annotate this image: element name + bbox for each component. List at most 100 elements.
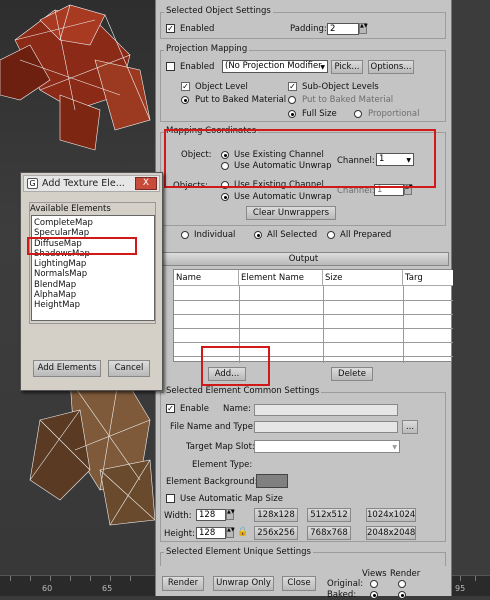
highlight-add-button bbox=[201, 346, 270, 386]
padding-field[interactable]: 2 bbox=[327, 23, 359, 35]
sub-object-levels-label: Sub-Object Levels bbox=[302, 82, 379, 92]
delete-element-button[interactable]: Delete bbox=[331, 367, 373, 381]
table-row-divider bbox=[174, 342, 453, 343]
element-background-swatch[interactable] bbox=[256, 474, 288, 488]
file-name-field[interactable] bbox=[254, 421, 398, 433]
list-item[interactable]: CompleteMap bbox=[34, 218, 154, 228]
put-baked-right-radio[interactable] bbox=[288, 96, 296, 104]
ruler-tick bbox=[475, 576, 476, 581]
original-label: Original: bbox=[327, 579, 364, 589]
views-label: Views bbox=[362, 569, 387, 579]
width-field[interactable]: 128 bbox=[196, 509, 226, 521]
projection-enabled-label: Enabled bbox=[180, 62, 215, 72]
element-enable-label: Enable bbox=[180, 404, 209, 414]
individual-radio[interactable] bbox=[181, 231, 189, 239]
size-preset-button[interactable]: 128x128 bbox=[254, 508, 298, 522]
object-level-label: Object Level bbox=[195, 82, 248, 92]
list-item[interactable]: BlendMap bbox=[34, 280, 154, 290]
all-prepared-radio[interactable] bbox=[327, 231, 335, 239]
element-name-label: Name: bbox=[223, 404, 251, 414]
dropdown-value: (No Projection Modifier bbox=[225, 61, 322, 71]
dialog-title-bar[interactable]: G Add Texture Ele... X bbox=[23, 175, 160, 192]
proportional-radio[interactable] bbox=[354, 110, 362, 118]
app-icon: G bbox=[27, 178, 38, 189]
all-selected-radio[interactable] bbox=[254, 231, 262, 239]
element-name-field[interactable] bbox=[254, 404, 398, 416]
original-render-radio[interactable] bbox=[398, 580, 406, 588]
column-header[interactable]: Size bbox=[323, 270, 403, 286]
element-type-label: Element Type: bbox=[192, 460, 253, 470]
baked-render-radio[interactable] bbox=[398, 591, 406, 599]
size-preset-button[interactable]: 768x768 bbox=[307, 526, 351, 540]
ruler-tick bbox=[110, 576, 111, 581]
put-baked-left-label: Put to Baked Material bbox=[195, 95, 287, 105]
enabled-label: Enabled bbox=[180, 24, 215, 34]
target-slot-label: Target Map Slot: bbox=[186, 442, 255, 452]
ruler-tick bbox=[130, 576, 131, 581]
viewport-right[interactable] bbox=[452, 0, 490, 575]
group-title: Selected Element Common Settings bbox=[164, 386, 322, 396]
use-auto-size-checkbox[interactable] bbox=[166, 494, 175, 503]
list-item[interactable]: AlphaMap bbox=[34, 290, 154, 300]
object-level-checkbox[interactable]: ✓ bbox=[181, 82, 190, 91]
close-icon[interactable]: X bbox=[135, 177, 157, 190]
height-field[interactable]: 128 bbox=[196, 527, 226, 539]
highlight-mapping-coordinates bbox=[164, 129, 436, 188]
put-baked-left-radio[interactable] bbox=[181, 96, 189, 104]
options-button[interactable]: Options... bbox=[368, 60, 414, 74]
group-title: Projection Mapping bbox=[164, 44, 250, 54]
table-col-divider bbox=[323, 286, 324, 363]
size-preset-button[interactable]: 1024x1024 bbox=[366, 508, 416, 522]
padding-label: Padding: bbox=[290, 24, 327, 34]
sub-object-levels-checkbox[interactable]: ✓ bbox=[288, 82, 297, 91]
baked-views-radio[interactable] bbox=[370, 591, 378, 599]
clear-unwrappers-button[interactable]: Clear Unwrappers bbox=[246, 206, 336, 220]
target-slot-dropdown[interactable]: ▼ bbox=[254, 440, 400, 453]
available-elements-list[interactable]: CompleteMap SpecularMap DiffuseMap Shado… bbox=[31, 215, 155, 321]
group-title: Selected Object Settings bbox=[164, 6, 273, 16]
size-preset-button[interactable]: 2048x2048 bbox=[366, 526, 416, 540]
element-background-label: Element Background: bbox=[166, 477, 258, 487]
projection-modifier-dropdown[interactable]: (No Projection Modifier ▼ bbox=[222, 60, 328, 73]
height-spinner[interactable]: ▲▼ bbox=[226, 527, 235, 538]
close-button[interactable]: Close bbox=[282, 576, 316, 591]
ruler-tick bbox=[30, 576, 31, 581]
column-header[interactable]: Name bbox=[174, 270, 239, 286]
pick-button[interactable]: Pick... bbox=[331, 60, 363, 74]
list-item[interactable]: HeightMap bbox=[34, 300, 154, 310]
output-rollout-header[interactable]: Output bbox=[158, 252, 449, 266]
full-size-radio[interactable] bbox=[288, 110, 296, 118]
table-row-divider bbox=[174, 314, 453, 315]
render-column-label: Render bbox=[390, 569, 421, 579]
browse-button[interactable]: ... bbox=[402, 420, 418, 434]
unwrap-only-button[interactable]: Unwrap Only bbox=[213, 576, 274, 591]
proportional-label: Proportional bbox=[368, 109, 420, 119]
table-col-divider bbox=[403, 286, 404, 363]
width-spinner[interactable]: ▲▼ bbox=[226, 509, 235, 520]
list-item[interactable]: LightingMap bbox=[34, 259, 154, 269]
chevron-down-icon: ▼ bbox=[392, 444, 397, 451]
column-header[interactable]: Targ bbox=[403, 270, 453, 286]
ruler-label: 65 bbox=[102, 584, 113, 593]
list-item[interactable]: NormalsMap bbox=[34, 269, 154, 279]
highlight-diffusemap bbox=[27, 237, 137, 255]
cancel-button[interactable]: Cancel bbox=[108, 360, 150, 377]
original-views-radio[interactable] bbox=[370, 580, 378, 588]
column-header[interactable]: Element Name bbox=[239, 270, 323, 286]
use-automatic-unwrap-radio-2[interactable] bbox=[221, 193, 229, 201]
add-elements-button[interactable]: Add Elements bbox=[33, 360, 101, 377]
dialog-title: Add Texture Ele... bbox=[42, 178, 125, 189]
enabled-checkbox[interactable]: ✓ bbox=[166, 24, 175, 33]
all-prepared-label: All Prepared bbox=[340, 230, 392, 240]
padding-spinner[interactable]: ▲▼ bbox=[359, 23, 368, 34]
size-preset-button[interactable]: 512x512 bbox=[307, 508, 351, 522]
element-enable-checkbox[interactable]: ✓ bbox=[166, 404, 175, 413]
size-preset-button[interactable]: 256x256 bbox=[254, 526, 298, 540]
lock-icon[interactable]: 🔒 bbox=[237, 527, 248, 537]
use-auto-size-label: Use Automatic Map Size bbox=[180, 494, 283, 504]
width-label: Width: bbox=[164, 511, 192, 521]
available-elements-label: Available Elements bbox=[30, 204, 111, 214]
baked-label: Baked: bbox=[327, 590, 357, 600]
projection-enabled-checkbox[interactable] bbox=[166, 62, 175, 71]
render-button[interactable]: Render bbox=[162, 576, 204, 591]
